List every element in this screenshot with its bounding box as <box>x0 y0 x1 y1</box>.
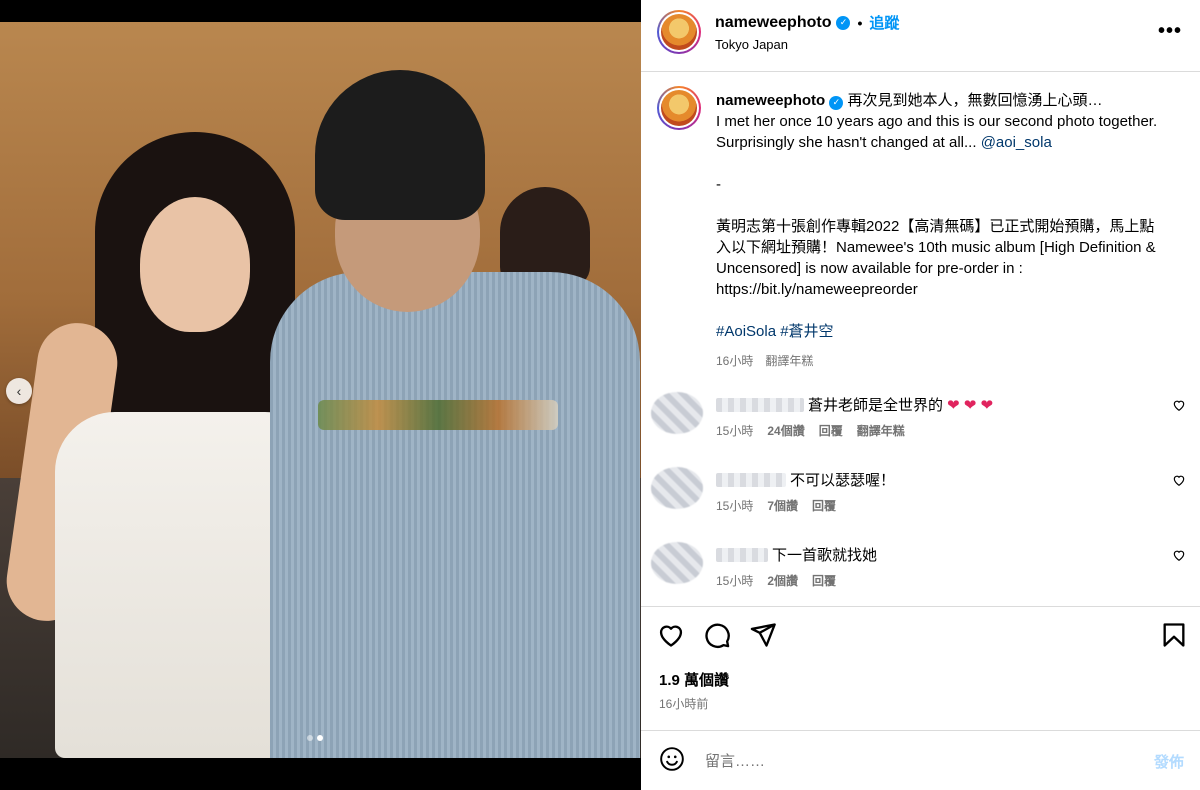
reply-button[interactable]: 回覆 <box>812 497 836 514</box>
comment-bubble-icon[interactable] <box>703 621 731 649</box>
caption-dash: - <box>716 176 721 193</box>
header-separator: • <box>857 14 863 31</box>
carousel-dot <box>307 735 313 741</box>
photo-man-shirt <box>270 272 640 758</box>
chevron-left-icon: ‹ <box>16 383 22 399</box>
post-timestamp[interactable]: 16小時前 <box>659 695 708 712</box>
comment-text: 不可以瑟瑟喔！ <box>790 472 896 489</box>
emoji-icon[interactable] <box>659 746 685 772</box>
caption-time[interactable]: 16小時 <box>716 352 753 369</box>
like-heart-icon[interactable] <box>657 621 685 649</box>
carousel-dot-active <box>317 735 323 741</box>
comment-text: 下一首歌就找她 <box>772 547 878 564</box>
caption-para2: 黃明志第十張創作專輯2022【高清無碼】已正式開始預購，馬上點入以下網址預購！N… <box>716 218 1156 298</box>
more-options-icon[interactable]: ••• <box>1158 20 1182 43</box>
comment-translate-button[interactable]: 翻譯年糕 <box>857 422 905 439</box>
caption-line2: I met her once 10 years ago and this is … <box>716 113 1158 151</box>
carousel-dots <box>307 735 323 741</box>
caption-line1: 再次見到她本人，無數回憶湧上心頭… <box>847 92 1103 109</box>
mention-link[interactable]: @aoi_sola <box>981 134 1052 151</box>
comment-item: 不可以瑟瑟喔！ 15小時 7個讚 回覆 <box>641 467 1200 537</box>
comment-text: 蒼井老師是全世界的 <box>808 397 944 414</box>
post-location[interactable]: Tokyo Japan <box>715 37 788 52</box>
comment-likes[interactable]: 2個讚 <box>767 572 798 589</box>
heart-emoji: ❤ ❤ ❤ <box>947 396 994 414</box>
verified-badge-icon: ✓ <box>836 15 851 30</box>
blurred-username[interactable] <box>716 547 768 562</box>
like-count[interactable]: 1.9 萬個讚 <box>659 669 729 690</box>
bookmark-icon[interactable] <box>1160 621 1188 649</box>
comment-likes[interactable]: 24個讚 <box>767 422 804 439</box>
carousel-prev-button[interactable]: ‹ <box>6 378 32 404</box>
heart-outline-icon[interactable] <box>1172 548 1186 566</box>
comment-item: 下一首歌就找她 15小時 2個讚 回覆 <box>641 542 1200 612</box>
post-header: nameweephoto ✓ • 追蹤 Tokyo Japan ••• <box>641 0 1200 72</box>
caption-username[interactable]: nameweephoto <box>716 92 825 109</box>
hashtag-aoi-kanji[interactable]: #蒼井空 <box>780 323 833 340</box>
caption-avatar[interactable] <box>657 86 701 130</box>
comment-time[interactable]: 15小時 <box>716 572 753 589</box>
comment-time[interactable]: 15小時 <box>716 422 753 439</box>
comment-likes[interactable]: 7個讚 <box>767 497 798 514</box>
reply-button[interactable]: 回覆 <box>819 422 843 439</box>
share-paper-plane-icon[interactable] <box>749 621 777 649</box>
photo-shirt-patches <box>318 400 558 430</box>
caption-body: nameweephoto ✓ 再次見到她本人，無數回憶湧上心頭… I met h… <box>716 90 1166 342</box>
reply-button[interactable]: 回覆 <box>812 572 836 589</box>
caption-translate-button[interactable]: 翻譯年糕 <box>765 352 813 369</box>
comment-time[interactable]: 15小時 <box>716 497 753 514</box>
verified-badge-icon: ✓ <box>829 95 844 110</box>
blurred-username[interactable] <box>716 472 786 487</box>
caption-meta: 16小時 翻譯年糕 <box>716 352 813 369</box>
hashtag-aoisola[interactable]: #AoiSola <box>716 323 776 340</box>
comment-input[interactable] <box>705 749 1105 773</box>
blurred-username[interactable] <box>716 397 804 412</box>
comment-composer: 發佈 <box>641 730 1200 790</box>
comment-avatar-blurred[interactable] <box>651 392 703 434</box>
post-side-panel: nameweephoto ✓ • 追蹤 Tokyo Japan ••• name… <box>641 0 1200 790</box>
author-avatar[interactable] <box>657 10 701 54</box>
post-photo[interactable] <box>0 22 641 758</box>
photo-woman-face <box>140 197 250 332</box>
heart-outline-icon[interactable] <box>1172 398 1186 416</box>
author-username[interactable]: nameweephoto <box>715 14 831 32</box>
comment-item: 蒼井老師是全世界的 ❤ ❤ ❤ 15小時 24個讚 回覆 翻譯年糕 <box>641 392 1200 462</box>
heart-outline-icon[interactable] <box>1172 473 1186 491</box>
follow-button[interactable]: 追蹤 <box>869 12 899 33</box>
post-comment-button[interactable]: 發佈 <box>1154 751 1184 772</box>
comment-avatar-blurred[interactable] <box>651 467 703 509</box>
comment-avatar-blurred[interactable] <box>651 542 703 584</box>
